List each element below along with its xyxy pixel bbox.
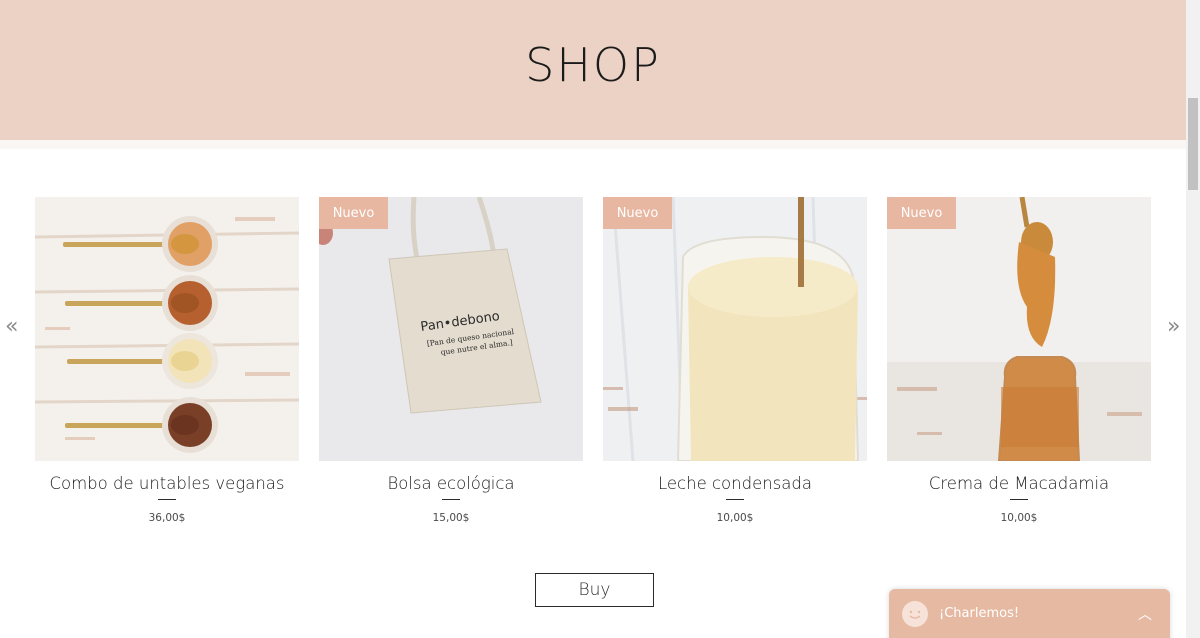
product-card[interactable]: Pan•debono [Pan de queso nacional que nu…	[319, 197, 583, 524]
product-price: 15,00$	[432, 512, 470, 524]
product-price: 36,00$	[148, 512, 186, 524]
new-badge: Nuevo	[603, 197, 672, 229]
product-gallery: Combo de untables veganas 36,00$ Pan•deb…	[35, 197, 1152, 537]
gallery-next-arrow-icon[interactable]: »	[1167, 314, 1180, 339]
milk-jar-illustration	[603, 197, 867, 461]
product-divider	[158, 499, 176, 500]
product-card[interactable]: Combo de untables veganas 36,00$	[35, 197, 299, 524]
product-divider	[1010, 499, 1028, 500]
product-card[interactable]: Nuevo Crema de Macadamia 10,00$	[887, 197, 1151, 524]
product-name[interactable]: Bolsa ecológica	[319, 474, 583, 493]
chevron-up-icon[interactable]: ︿	[1138, 604, 1152, 624]
tote-bag-illustration: Pan•debono [Pan de queso nacional que nu…	[319, 197, 583, 461]
scrollbar-track[interactable]	[1186, 0, 1200, 638]
new-badge: Nuevo	[887, 197, 956, 229]
gallery-prev-arrow-icon[interactable]: «	[5, 314, 18, 339]
chat-widget[interactable]: ¡Charlemos! ︿	[889, 589, 1170, 638]
shop-page: SHOP « » Combo de untables veganas 36,00…	[0, 0, 1200, 638]
new-badge: Nuevo	[319, 197, 388, 229]
product-divider	[442, 499, 460, 500]
product-price: 10,00$	[716, 512, 754, 524]
product-image-macadamia[interactable]: Nuevo	[887, 197, 1151, 461]
caramel-jar-illustration	[887, 197, 1151, 461]
product-image-bag[interactable]: Pan•debono [Pan de queso nacional que nu…	[319, 197, 583, 461]
product-image-condensed-milk[interactable]: Nuevo	[603, 197, 867, 461]
product-name[interactable]: Leche condensada	[603, 474, 867, 493]
buy-button[interactable]: Buy	[535, 573, 654, 607]
product-card[interactable]: Nuevo Leche condensada 10,00$	[603, 197, 867, 524]
product-name[interactable]: Crema de Macadamia	[887, 474, 1151, 493]
product-name[interactable]: Combo de untables veganas	[35, 474, 299, 493]
product-divider	[726, 499, 744, 500]
page-title: SHOP	[525, 38, 661, 92]
chat-label[interactable]: ¡Charlemos!	[939, 606, 1019, 621]
spoons-jars-illustration	[35, 197, 299, 461]
product-image-spreads[interactable]	[35, 197, 299, 461]
header-divider	[0, 140, 1186, 149]
product-price: 10,00$	[1000, 512, 1038, 524]
smile-face-icon	[902, 601, 928, 627]
scrollbar-thumb[interactable]	[1188, 98, 1198, 190]
